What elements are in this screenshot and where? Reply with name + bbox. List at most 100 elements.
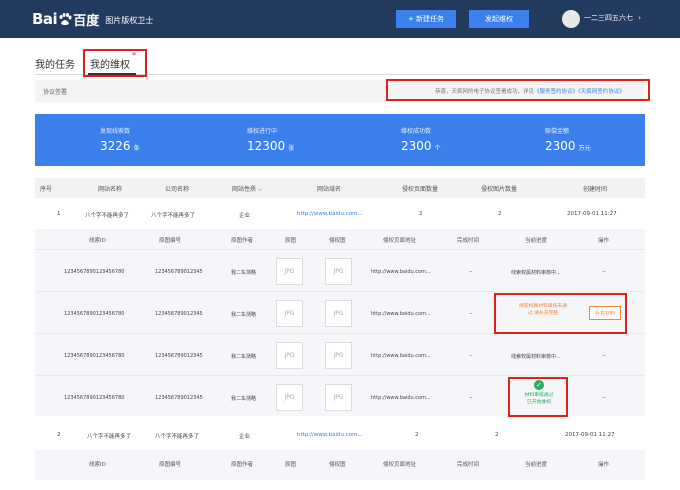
sub-td-page-url[interactable]: http://www.baidu.com... — [371, 395, 431, 401]
sub-td-author: 我二车测略 — [231, 396, 257, 402]
highlight-box-tab — [83, 49, 147, 77]
cell-company: 八个字不能再多了 — [151, 213, 196, 219]
highlight-box-rejected — [494, 293, 627, 334]
sub-th-progress: 当前进度 — [525, 238, 548, 244]
sub-td-clue-id: 1234567890123456780 — [64, 353, 125, 359]
cell-type: 企业 — [239, 213, 251, 219]
sub-td-orig-no: 12345678901​2345 — [155, 353, 203, 359]
sub-td-progress: 线索权属材料审核中... — [511, 270, 561, 276]
tab-my-tasks[interactable]: 我的任务 — [35, 56, 75, 71]
tab-asterisk: * — [132, 51, 136, 60]
sub-td-page-url[interactable]: http://www.baidu.com... — [371, 353, 431, 359]
new-task-button[interactable]: + 新建任务 — [396, 10, 456, 28]
th-company: 公司名称 — [165, 186, 190, 193]
sub-td-author: 我二车测略 — [231, 354, 257, 360]
sub-th-orig-image: 原图 — [285, 462, 297, 468]
sub-td-orig-no: 12345678901​2345 — [155, 395, 203, 401]
cell-index: 1 — [57, 211, 61, 217]
original-image-thumb[interactable]: JPG — [276, 300, 303, 327]
table-header: 序号 网站名称 公司名称 网站性质 ⌵ 网站域名 侵权页面数量 侵权图片数量 创… — [35, 178, 645, 198]
sub-td-author: 我二车测略 — [231, 270, 257, 276]
stat-value: 2300 个 — [401, 139, 441, 153]
th-index: 序号 — [40, 186, 53, 193]
detail-table-header: 线索ID 原图编号 原图作者 原图 侵权图 侵权页面地址 完成时间 当前进度 操… — [35, 453, 645, 473]
sub-td-orig-no: 12345678901​2345 — [155, 269, 203, 275]
table-row[interactable]: 1 八个字不能再多了 八个字不能再多了 企业 http://www.baidu.… — [35, 203, 645, 227]
stat-value: 12300 张 — [247, 139, 295, 153]
chevron-down-icon: ⌵ — [257, 186, 263, 193]
top-bar: Bai 百度 图片版权卫士 + 新建任务 发起维权 一二三四五六七 › — [0, 0, 680, 38]
stat-label: 维权成功数 — [401, 128, 432, 135]
sub-th-page-url: 侵权页面地址 — [383, 238, 417, 244]
th-site-type[interactable]: 网站性质 ⌵ — [232, 184, 263, 194]
detail-table: 线索ID 原图编号 原图作者 原图 侵权图 侵权页面地址 完成时间 当前进度 操… — [35, 450, 645, 480]
sub-th-infringing-image: 侵权图 — [329, 238, 346, 244]
stats-banner: 发现线索数 3226 条 维权进行中 12300 张 维权成功数 2300 个 赔偿金… — [35, 114, 645, 166]
user-menu[interactable]: 一二三四五六七 › — [584, 13, 641, 23]
sub-th-author: 原图作者 — [231, 462, 254, 468]
infringing-image-thumb[interactable]: JPG — [325, 342, 352, 369]
cell-pages: 2 — [419, 211, 423, 217]
sub-th-action: 操作 — [598, 462, 610, 468]
cell-created: 2017-09-01 11:27 — [567, 211, 617, 217]
table-row[interactable]: 2 八个字不能再多了 八个字不能再多了 企业 http://www.baidu.… — [35, 424, 645, 448]
original-image-thumb[interactable]: JPG — [276, 258, 303, 285]
sub-td-progress: 线索权属材料审核中... — [511, 354, 561, 360]
original-image-thumb[interactable]: JPG — [276, 384, 303, 411]
sub-td-page-url[interactable]: http://www.baidu.com... — [371, 311, 431, 317]
cell-images: 2 — [498, 211, 502, 217]
sub-th-orig-image: 原图 — [285, 238, 297, 244]
cell-domain-link[interactable]: http://www.baidu.com... — [297, 432, 363, 438]
paw-icon — [59, 13, 72, 25]
highlight-box-approved — [508, 377, 568, 417]
sub-td-clue-id: 1234567890123456780 — [64, 395, 125, 401]
th-domain: 网站域名 — [317, 186, 342, 193]
sub-td-done: -- — [469, 353, 473, 359]
logo-text-bai: Bai — [32, 10, 58, 28]
sub-th-done-time: 完成时间 — [457, 238, 480, 244]
infringing-image-thumb[interactable]: JPG — [325, 300, 352, 327]
sub-th-action: 操作 — [598, 238, 610, 244]
sub-th-infringing-image: 侵权图 — [329, 462, 346, 468]
cell-domain-link[interactable]: http://www.baidu.com... — [297, 211, 363, 217]
cell-created: 2017-09-01 11:27 — [565, 432, 615, 438]
chevron-right-icon: › — [638, 14, 642, 22]
app-subtitle: 图片版权卫士 — [105, 15, 154, 25]
baidu-logo[interactable]: Bai 百度 图片版权卫士 — [32, 9, 153, 29]
detail-table-header: 线索ID 原图编号 原图作者 原图 侵权图 侵权页面地址 完成时间 当前进度 操… — [35, 229, 645, 249]
stat-success: 维权成功数 2300 个 — [401, 126, 441, 153]
sub-td-page-url[interactable]: http://www.baidu.com... — [371, 269, 431, 275]
highlight-box-agreement — [386, 79, 650, 101]
stat-label: 赔偿金额 — [545, 128, 570, 135]
sub-td-clue-id: 1234567890123456780 — [64, 311, 125, 317]
original-image-thumb[interactable]: JPG — [276, 342, 303, 369]
cell-pages: 2 — [415, 432, 419, 438]
cell-type: 企业 — [239, 434, 251, 440]
sub-td-done: -- — [469, 269, 473, 275]
cell-company: 八个字不能再多了 — [155, 434, 200, 440]
sub-td-action: -- — [602, 269, 606, 275]
stat-in-progress: 维权进行中 12300 张 — [247, 126, 294, 153]
sub-td-action: -- — [602, 395, 606, 401]
detail-row: 1234567890123456780 12345678901​2345 我二车… — [35, 333, 645, 375]
sub-th-done-time: 完成时间 — [457, 462, 480, 468]
stat-clues: 发现线索数 3226 条 — [100, 126, 140, 153]
sub-td-orig-no: 12345678901​2345 — [155, 311, 203, 317]
stat-value: 2300 万元 — [545, 139, 591, 153]
sub-td-author: 我二车测略 — [231, 312, 257, 318]
username: 一二三四五六七 — [584, 14, 633, 22]
sub-th-clue-id: 线索ID — [89, 238, 106, 244]
initiate-rights-button[interactable]: 发起维权 — [469, 10, 529, 28]
cell-site: 八个字不能再多了 — [85, 213, 130, 219]
stat-label: 发现线索数 — [100, 128, 131, 135]
th-pages: 侵权页面数量 — [402, 186, 439, 193]
infringing-image-thumb[interactable]: JPG — [325, 258, 352, 285]
th-created: 创建时间 — [583, 186, 608, 193]
stat-value: 3226 条 — [100, 139, 140, 153]
th-site-name: 网站名称 — [98, 186, 123, 193]
avatar[interactable] — [562, 10, 580, 28]
stat-compensation: 赔偿金额 2300 万元 — [545, 126, 591, 153]
infringing-image-thumb[interactable]: JPG — [325, 384, 352, 411]
logo-text-du: 百度 — [73, 13, 100, 29]
th-images: 侵权图片数量 — [481, 186, 518, 193]
